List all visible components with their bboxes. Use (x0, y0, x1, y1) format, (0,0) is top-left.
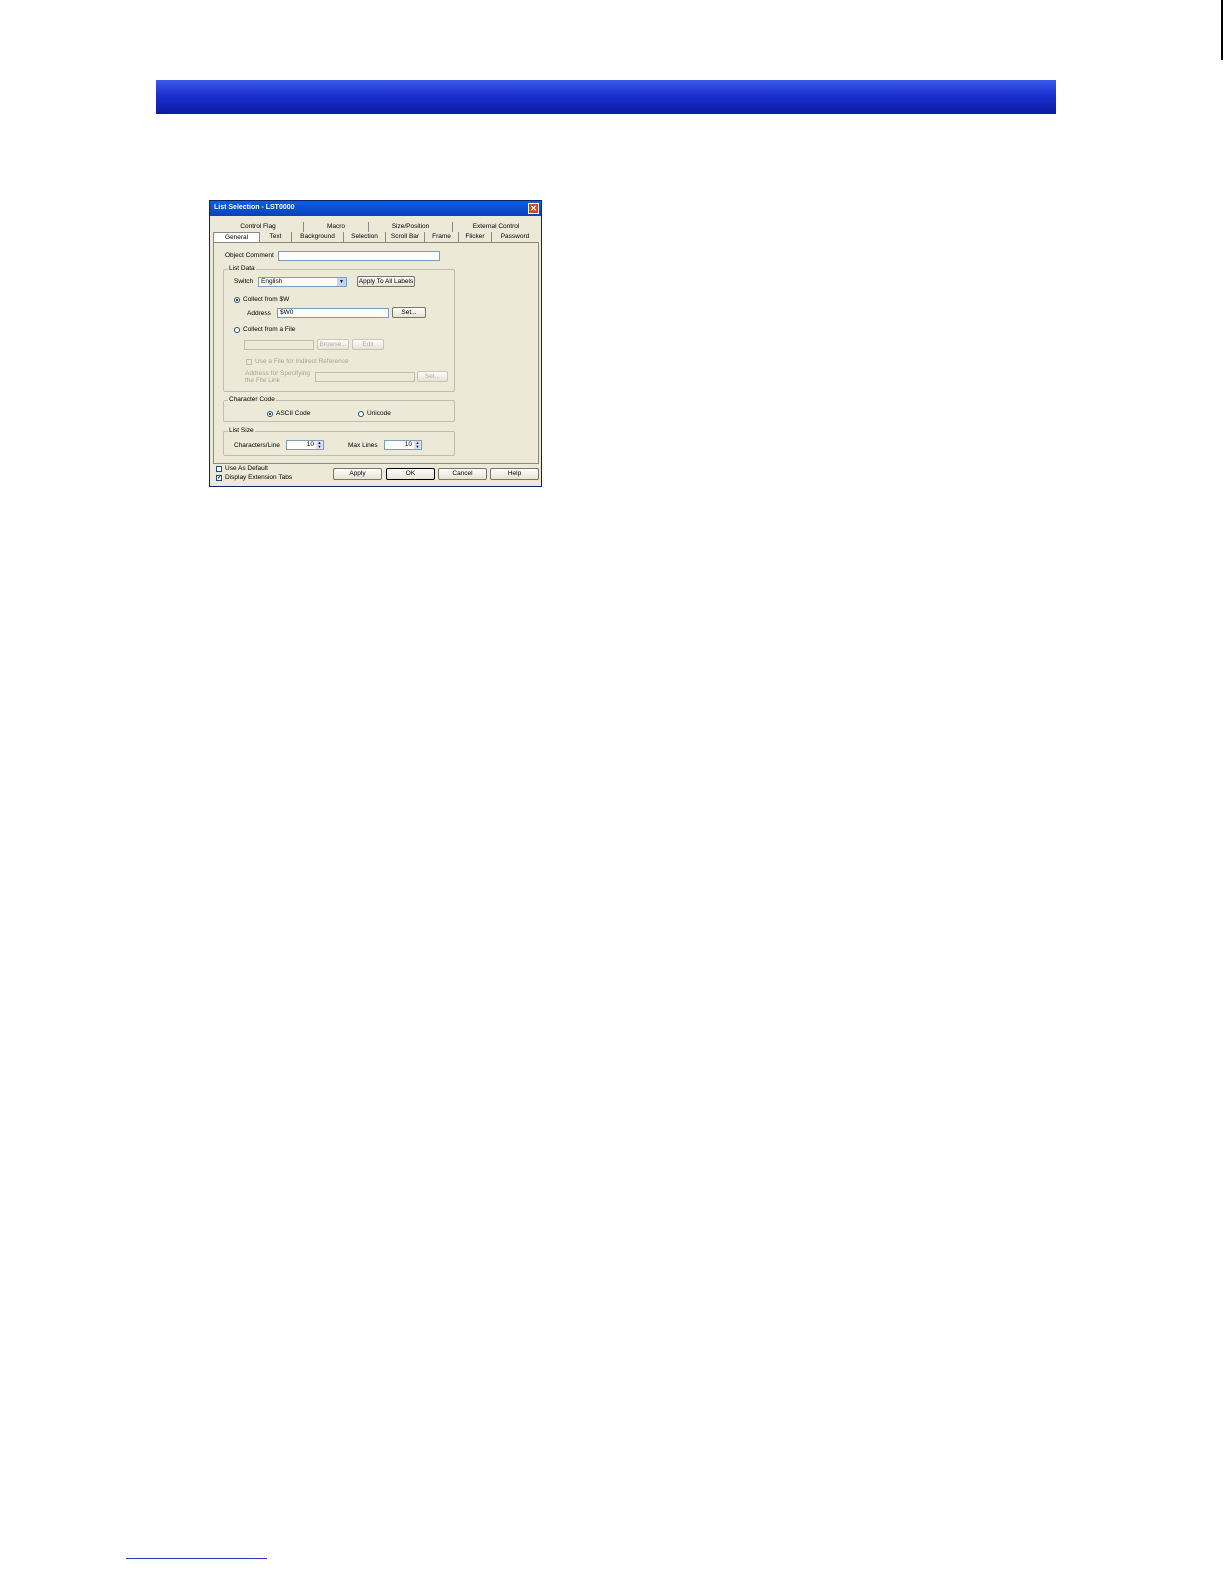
indirect-reference-checkbox (246, 359, 252, 365)
ascii-code-radio[interactable] (267, 411, 273, 417)
tab-label: Background (300, 233, 335, 240)
footer-link-underline (126, 1558, 267, 1559)
edit-button: Edit (352, 339, 384, 350)
set-button[interactable]: Set... (392, 307, 426, 318)
tab-label: Password (500, 233, 530, 240)
object-comment-label: Object Comment (225, 252, 274, 259)
address-spec-label-1: Address for Specifying (245, 370, 311, 377)
tab-background[interactable]: Background (292, 232, 344, 242)
tab-macro[interactable]: Macro (304, 222, 369, 232)
list-selection-dialog: List Selection - LST0000 ✕ Control Flag … (209, 200, 542, 487)
character-code-title: Character Code (228, 396, 276, 403)
tab-label: General (224, 234, 249, 241)
collect-from-file-label: Collect from a File (243, 326, 296, 333)
unicode-label: Unicode (367, 410, 391, 417)
tab-label: External Control (472, 223, 520, 230)
tab-row-back: Control Flag Macro Size/Position Externa… (213, 222, 539, 232)
set-button-disabled: Set... (417, 371, 448, 382)
ok-button[interactable]: OK (386, 468, 435, 480)
character-code-group: Character Code ASCII Code Unicode (223, 396, 455, 422)
tab-label: Frame (432, 233, 451, 240)
max-lines-stepper[interactable]: 10 ▲ ▼ (384, 440, 422, 450)
tab-text[interactable]: Text (260, 232, 292, 242)
collect-from-file-radio[interactable] (234, 327, 240, 333)
address-spec-label-2: the File Link (245, 377, 281, 384)
tab-label: Flicker (465, 233, 485, 240)
ascii-code-label: ASCII Code (276, 410, 311, 417)
display-extension-tabs-label: Display Extension Tabs (225, 474, 293, 481)
chars-per-line-stepper[interactable]: 10 ▲ ▼ (286, 440, 324, 450)
tab-control-flag[interactable]: Control Flag (213, 222, 304, 232)
object-comment-field[interactable] (278, 251, 440, 261)
max-lines-label: Max Lines (348, 442, 378, 449)
switch-value: English (261, 278, 283, 285)
collect-from-w-radio[interactable] (234, 297, 240, 303)
header-bar (156, 80, 1056, 114)
apply-to-all-labels-button[interactable]: Apply To All Labels (357, 276, 415, 287)
use-as-default-checkbox[interactable] (216, 466, 222, 472)
tab-label: Text (269, 233, 282, 240)
switch-label: Switch (234, 278, 254, 285)
dialog-titlebar[interactable]: List Selection - LST0000 ✕ (210, 201, 541, 216)
page-edge-line (1221, 0, 1223, 60)
general-panel: Object Comment List Data Switch English … (213, 242, 539, 464)
tab-general[interactable]: General (213, 232, 260, 242)
tab-label: Size/Position (391, 223, 430, 230)
address-spec-field (315, 372, 415, 382)
indirect-reference-label: Use a File for Indirect Reference (255, 358, 349, 365)
tab-label: Macro (326, 223, 346, 230)
list-size-title: List Size (228, 427, 255, 434)
chevron-down-icon[interactable]: ▼ (337, 278, 346, 286)
address-label: Address (247, 310, 271, 317)
max-lines-value: 10 (404, 441, 412, 448)
help-button[interactable]: Help (490, 468, 539, 480)
use-as-default-label: Use As Default (225, 465, 268, 472)
spin-arrows-icon[interactable]: ▲ ▼ (414, 441, 421, 449)
tab-label: Selection (351, 233, 378, 240)
apply-button[interactable]: Apply (333, 468, 382, 480)
file-path-field (244, 340, 314, 350)
list-data-title: List Data (228, 265, 256, 272)
browse-button: Browse... (317, 339, 349, 350)
list-size-group: List Size Characters/Line 10 ▲ ▼ Max Line… (223, 427, 455, 456)
spin-arrows-icon[interactable]: ▲ ▼ (316, 441, 323, 449)
tab-scroll-bar[interactable]: Scroll Bar (386, 232, 425, 242)
chars-per-line-value: 10 (306, 441, 314, 448)
dialog-title: List Selection - LST0000 (214, 204, 295, 211)
display-extension-tabs-checkbox[interactable]: ✓ (216, 475, 222, 481)
list-data-group: List Data Switch English ▼ Apply To All … (223, 265, 455, 392)
address-field[interactable]: $W0 (277, 308, 389, 318)
tab-size-position[interactable]: Size/Position (369, 222, 453, 232)
chars-per-line-label: Characters/Line (234, 442, 280, 449)
tab-flicker[interactable]: Flicker (459, 232, 492, 242)
switch-select[interactable]: English ▼ (258, 277, 347, 287)
tab-password[interactable]: Password (492, 232, 538, 242)
collect-from-w-label: Collect from $W (243, 296, 290, 303)
tab-row-front: General Text Background Selection Scroll… (213, 232, 538, 242)
close-icon[interactable]: ✕ (528, 203, 539, 214)
tab-external-control[interactable]: External Control (453, 222, 539, 232)
tab-label: Scroll Bar (390, 233, 420, 240)
tab-label: Control Flag (240, 223, 276, 230)
unicode-radio[interactable] (358, 411, 364, 417)
tab-frame[interactable]: Frame (425, 232, 459, 242)
cancel-button[interactable]: Cancel (438, 468, 487, 480)
tab-selection[interactable]: Selection (344, 232, 386, 242)
